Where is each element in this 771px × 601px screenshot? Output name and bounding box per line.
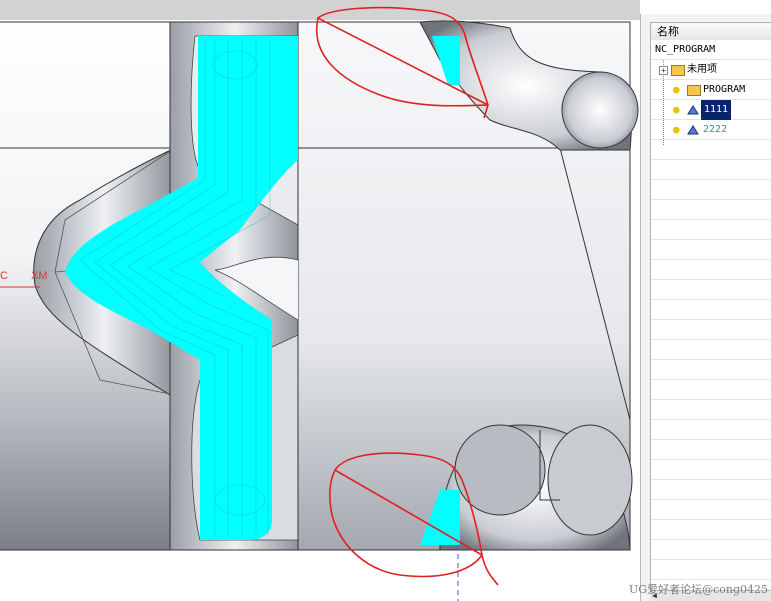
status-bulb-icon: ● bbox=[673, 123, 680, 136]
expand-icon[interactable]: + bbox=[659, 66, 668, 75]
tree-item-unused[interactable]: + 未用项 bbox=[651, 60, 771, 80]
tree-item-label: 未用项 bbox=[687, 64, 717, 75]
watermark-text: UG爱好者论坛@cong0425 bbox=[629, 583, 768, 596]
graphics-viewport[interactable]: C XM bbox=[0, 0, 640, 601]
folder-icon bbox=[671, 65, 685, 76]
program-folder-icon bbox=[687, 85, 701, 96]
operation-navigator[interactable]: 名称 NC_PROGRAM + 未用项 ● PROGRAM ● 1111 ● 2… bbox=[640, 14, 771, 601]
column-header-name[interactable]: 名称 bbox=[650, 22, 771, 41]
operation-icon bbox=[687, 125, 699, 135]
tree-item-label: 1111 bbox=[701, 100, 732, 120]
axis-label-c: C bbox=[0, 270, 8, 282]
part-model bbox=[0, 0, 640, 601]
axis-label-xm: XM bbox=[31, 270, 48, 282]
tree-item-label: PROGRAM bbox=[703, 84, 746, 95]
tree-item-2222[interactable]: ● 2222 bbox=[651, 120, 771, 140]
tree-root[interactable]: NC_PROGRAM bbox=[651, 40, 771, 60]
tree-item-program[interactable]: ● PROGRAM bbox=[651, 80, 771, 100]
operation-icon bbox=[687, 105, 699, 115]
tree-item-1111[interactable]: ● 1111 bbox=[651, 100, 771, 120]
status-bulb-icon: ● bbox=[673, 103, 680, 116]
status-bulb-icon: ● bbox=[673, 83, 680, 96]
root-label: NC_PROGRAM bbox=[655, 44, 716, 55]
tree-item-label: 2222 bbox=[703, 124, 728, 135]
navigator-tree[interactable]: NC_PROGRAM + 未用项 ● PROGRAM ● 1111 ● 2222 bbox=[650, 40, 771, 591]
